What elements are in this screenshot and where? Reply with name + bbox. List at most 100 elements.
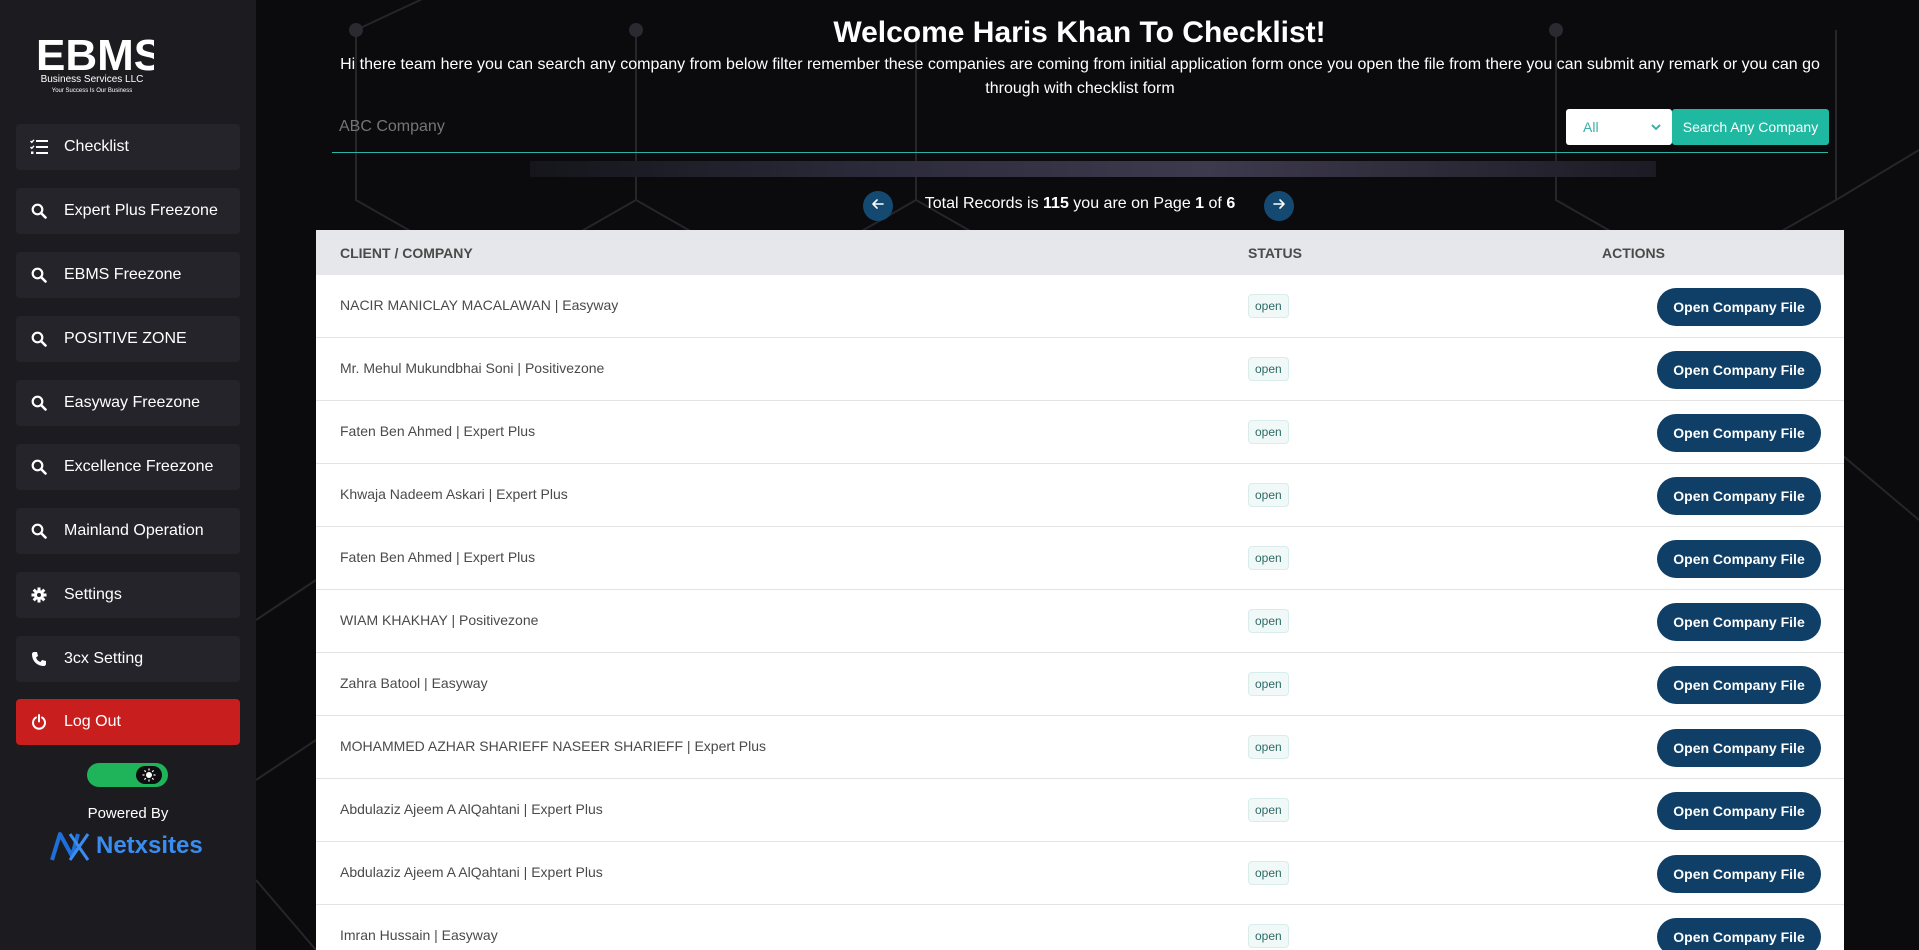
sidebar-item-positive-zone[interactable]: POSITIVE ZONE (16, 316, 240, 362)
open-company-file-button[interactable]: Open Company File (1657, 351, 1821, 389)
table-row: WIAM KHAKHAY | Positivezone open Open Comp… (316, 590, 1844, 653)
sidebar-item-label: Easyway Freezone (64, 394, 201, 411)
search-icon (30, 266, 48, 284)
search-icon (30, 330, 48, 348)
table-header: CLIENT / COMPANY STATUS ACTIONS (316, 230, 1844, 275)
page-title: Welcome Haris Khan To Checklist! (833, 16, 1326, 49)
sidebar-item-ebms-freezone[interactable]: EBMS Freezone (16, 252, 240, 298)
status-badge: open (1248, 294, 1289, 318)
prev-page-button[interactable] (863, 191, 893, 221)
open-company-file-button[interactable]: Open Company File (1657, 918, 1821, 950)
search-icon (30, 458, 48, 476)
chevron-down-icon (1650, 120, 1662, 136)
open-company-file-button[interactable]: Open Company File (1657, 414, 1821, 452)
netxsites-logo[interactable]: Netxsites (48, 826, 212, 866)
sidebar-item-checklist[interactable]: Checklist (16, 124, 240, 170)
table-row: Khwaja Nadeem Askari | Expert Plus open Op… (316, 464, 1844, 527)
powered-by-label: Powered By (87, 805, 169, 822)
status-badge: open (1248, 609, 1289, 633)
status-badge: open (1248, 357, 1289, 381)
svg-text:Business Services LLC: Business Services LLC (41, 74, 144, 85)
logout-label: Log Out (64, 713, 121, 730)
company-name: Faten Ben Ahmed | Expert Plus (340, 423, 536, 439)
ebms-logo[interactable]: EBMS Business Services LLC Your Success … (30, 24, 154, 98)
table-row: MOHAMMED AZHAR SHARIEFF NASEER SHARIEFF … (316, 716, 1844, 779)
open-company-file-button[interactable]: Open Company File (1657, 477, 1821, 515)
sidebar-item-label: EBMS Freezone (64, 266, 182, 283)
theme-toggle[interactable] (87, 763, 168, 787)
table-row: Faten Ben Ahmed | Expert Plus open Open Co… (316, 527, 1844, 590)
open-company-file-button[interactable]: Open Company File (1657, 729, 1821, 767)
current-page: 1 (1195, 195, 1205, 212)
power-icon (30, 713, 48, 731)
company-name: Mr. Mehul Mukundbhai Soni | Positivezone (340, 360, 605, 376)
loading-bar (530, 161, 1656, 177)
sidebar-item-label: Expert Plus Freezone (64, 202, 218, 219)
status-badge: open (1248, 672, 1289, 696)
svg-text:Netxsites: Netxsites (96, 832, 203, 859)
open-company-file-button[interactable]: Open Company File (1657, 540, 1821, 578)
checklist-icon (30, 138, 48, 156)
company-name: Faten Ben Ahmed | Expert Plus (340, 549, 536, 565)
sun-icon (136, 766, 162, 784)
search-icon (30, 522, 48, 540)
header-status: STATUS (1248, 245, 1302, 261)
sidebar-item-label: POSITIVE ZONE (64, 330, 187, 347)
svg-text:Your Success Is Our Business: Your Success Is Our Business (52, 88, 132, 94)
header-actions: ACTIONS (1602, 245, 1665, 261)
sidebar-item-expert-plus-freezone[interactable]: Expert Plus Freezone (16, 188, 240, 234)
pagination-prefix: Total Records is (924, 195, 1039, 212)
company-name: MOHAMMED AZHAR SHARIEFF NASEER SHARIEFF … (340, 738, 767, 754)
company-name: NACIR MANICLAY MACALAWAN | Easyway (340, 297, 619, 313)
open-company-file-button[interactable]: Open Company File (1657, 603, 1821, 641)
company-search-input[interactable] (332, 108, 1562, 146)
company-name: Abdulaziz Ajeem A AlQahtani | Expert Plu… (340, 864, 603, 880)
phone-icon (30, 650, 48, 668)
sidebar-item-mainland-operation[interactable]: Mainland Operation (16, 508, 240, 554)
company-name: Zahra Batool | Easyway (340, 675, 488, 691)
next-page-button[interactable] (1264, 191, 1294, 221)
open-company-file-button[interactable]: Open Company File (1657, 288, 1821, 326)
company-name: Khwaja Nadeem Askari | Expert Plus (340, 486, 568, 502)
pagination-status: Total Records is 115 you are on Page 1 o… (900, 195, 1260, 213)
logout-button[interactable]: Log Out (16, 699, 240, 745)
status-badge: open (1248, 420, 1289, 444)
sidebar-item-easyway-freezone[interactable]: Easyway Freezone (16, 380, 240, 426)
search-company-button[interactable]: Search Any Company (1672, 109, 1829, 145)
table-row: Zahra Batool | Easyway open Open Company F… (316, 653, 1844, 716)
companies-table: CLIENT / COMPANY STATUS ACTIONS NACIR MA… (316, 230, 1844, 950)
company-name: Imran Hussain | Easyway (340, 927, 498, 943)
zone-filter-select[interactable]: All (1566, 109, 1672, 145)
total-records: 115 (1043, 195, 1069, 212)
open-company-file-button[interactable]: Open Company File (1657, 855, 1821, 893)
table-row: NACIR MANICLAY MACALAWAN | Easyway open Op… (316, 275, 1844, 338)
sidebar-item-label: Checklist (64, 138, 129, 155)
svg-text:EBMS: EBMS (36, 31, 154, 80)
table-row: Imran Hussain | Easyway open Open Company … (316, 905, 1844, 950)
status-badge: open (1248, 924, 1289, 948)
search-icon (30, 202, 48, 220)
sidebar-item-settings[interactable]: Settings (16, 572, 240, 618)
open-company-file-button[interactable]: Open Company File (1657, 666, 1821, 704)
open-company-file-button[interactable]: Open Company File (1657, 792, 1821, 830)
sidebar-item-label: Settings (64, 586, 122, 603)
search-underline (332, 152, 1828, 153)
pagination-mid: you are on Page (1073, 195, 1191, 212)
sidebar-item-label: Excellence Freezone (64, 458, 214, 475)
pagination-of: of (1208, 195, 1222, 212)
header-company: CLIENT / COMPANY (340, 245, 473, 261)
table-row: Abdulaziz Ajeem A AlQahtani | Expert Plu… (316, 842, 1844, 905)
company-name: WIAM KHAKHAY | Positivezone (340, 612, 539, 628)
page-subtitle: Hi there team here you can search any co… (340, 56, 1820, 97)
table-row: Mr. Mehul Mukundbhai Soni | Positivezone… (316, 338, 1844, 401)
total-pages: 6 (1226, 195, 1236, 212)
sidebar-item-label: Mainland Operation (64, 522, 204, 539)
company-name: Abdulaziz Ajeem A AlQahtani | Expert Plu… (340, 801, 603, 817)
table-row: Abdulaziz Ajeem A AlQahtani | Expert Plu… (316, 779, 1844, 842)
sidebar-item-excellence-freezone[interactable]: Excellence Freezone (16, 444, 240, 490)
status-badge: open (1248, 861, 1289, 885)
status-badge: open (1248, 735, 1289, 759)
sidebar-item-3cx-setting[interactable]: 3cx Setting (16, 636, 240, 682)
sidebar: EBMS Business Services LLC Your Success … (0, 0, 256, 950)
table-row: Faten Ben Ahmed | Expert Plus open Open Co… (316, 401, 1844, 464)
